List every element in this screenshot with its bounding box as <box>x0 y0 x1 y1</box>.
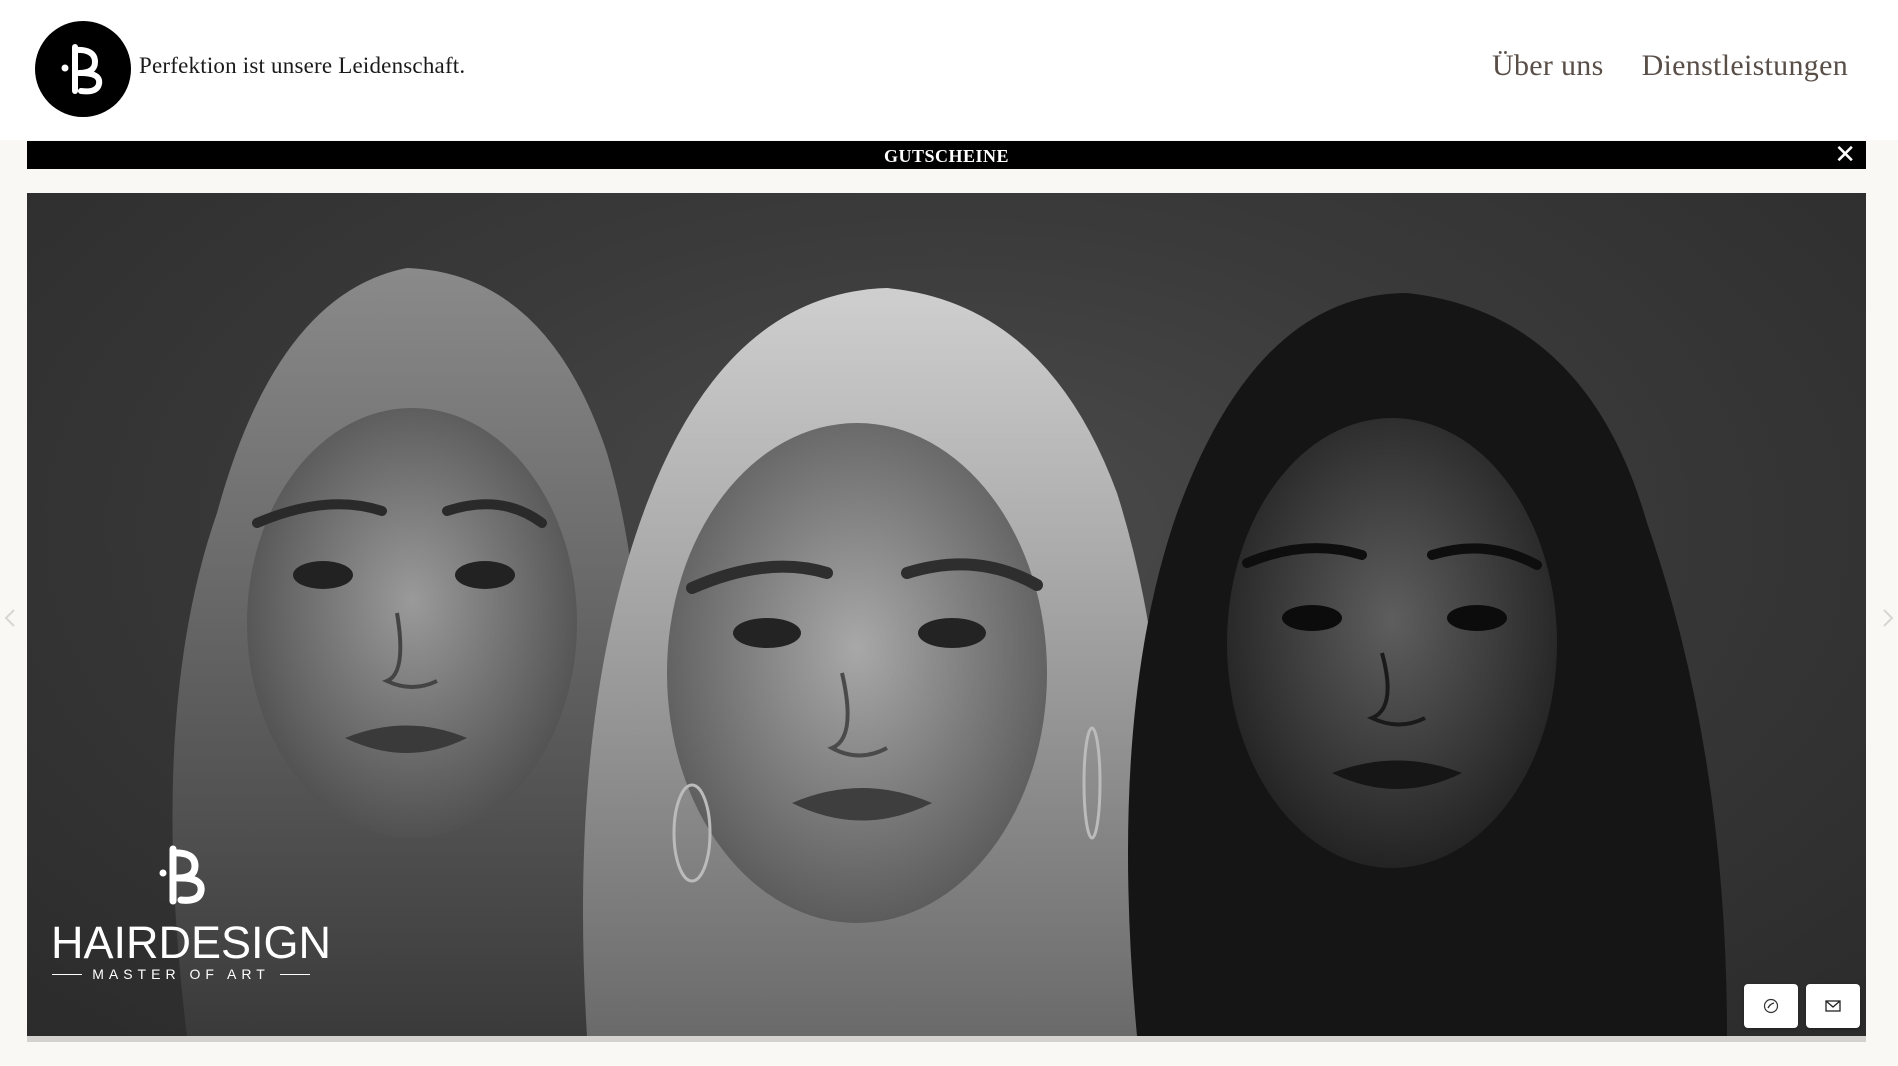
hairdesign-logo: HAIRDESIGN MASTER OF ART <box>51 841 332 982</box>
logo[interactable] <box>35 21 131 117</box>
nav-link-dienstleistungen[interactable]: Dienstleistungen <box>1642 49 1848 83</box>
brand-subtitle-row: MASTER OF ART <box>51 966 311 982</box>
tagline: Perfektion ist unsere Leidenschaft. <box>139 53 466 78</box>
divider <box>279 973 310 975</box>
phone-icon <box>1763 998 1779 1014</box>
voucher-label[interactable]: GUTSCHEINE <box>27 146 1866 167</box>
brand-subtitle: MASTER OF ART <box>92 966 270 982</box>
phone-button[interactable] <box>1744 984 1798 1028</box>
hero-bottom-edge <box>27 1036 1866 1042</box>
carousel-next-icon[interactable] <box>1882 608 1894 628</box>
voucher-banner[interactable]: GUTSCHEINE ✕ <box>27 141 1866 169</box>
mail-icon <box>1825 1000 1841 1012</box>
mail-button[interactable] <box>1806 984 1860 1028</box>
pb-monogram-icon <box>159 845 205 905</box>
divider <box>52 973 83 975</box>
carousel-prev-icon[interactable] <box>4 608 16 628</box>
close-icon[interactable]: ✕ <box>1834 142 1856 168</box>
main-nav: Über uns Dienstleistungen <box>1492 49 1848 83</box>
site-header: Perfektion ist unsere Leidenschaft. Über… <box>0 0 1898 140</box>
pb-monogram-icon <box>61 44 103 95</box>
brand-name: HAIRDESIGN <box>51 917 332 968</box>
nav-link-ueber-uns[interactable]: Über uns <box>1492 49 1604 83</box>
hero-image: HAIRDESIGN MASTER OF ART <box>27 193 1866 1036</box>
